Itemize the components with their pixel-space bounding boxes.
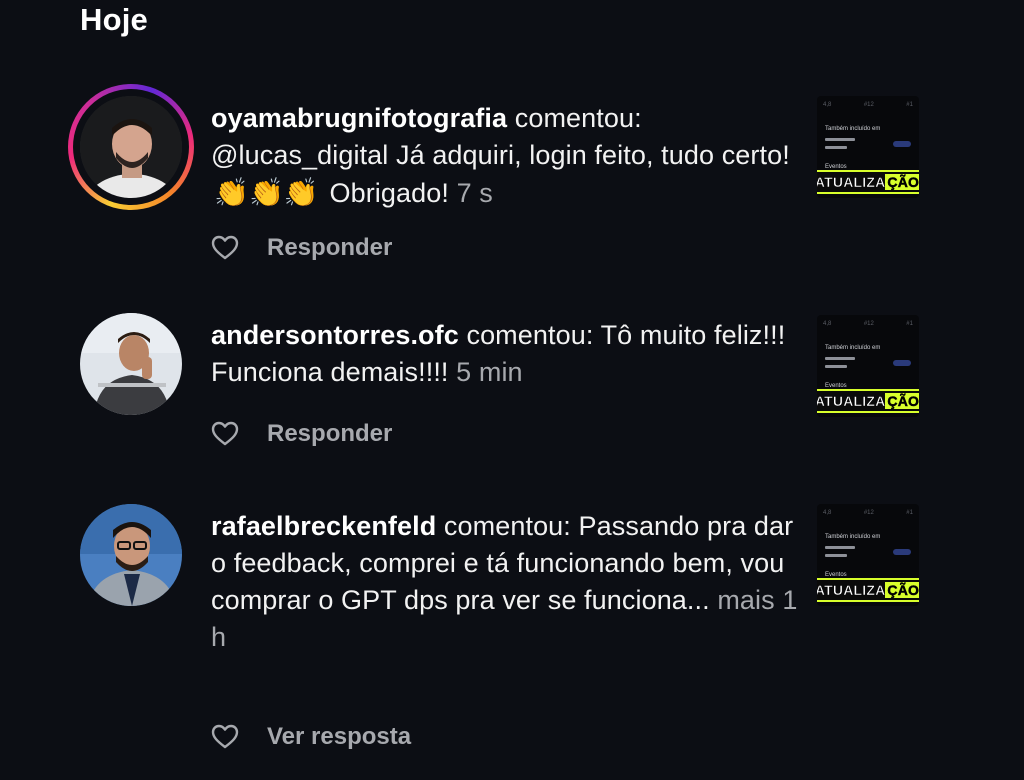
heart-outline-icon[interactable] <box>211 724 239 750</box>
avatar <box>80 504 182 606</box>
username[interactable]: oyamabrugnifotografia <box>211 103 507 133</box>
timestamp: 7 s <box>456 178 493 208</box>
avatar-wrapper[interactable] <box>80 504 182 606</box>
reply-button[interactable]: Responder <box>267 420 392 448</box>
thumbnail-badge: ATUALIZA ÇÃO <box>817 389 919 413</box>
action-text: comentou: <box>466 320 594 350</box>
thumbnail-badge: ATUALIZA ÇÃO <box>817 170 919 194</box>
action-row: Responder <box>211 233 392 263</box>
action-text: comentou: <box>443 511 571 541</box>
heart-outline-icon[interactable] <box>211 421 239 447</box>
post-thumbnail[interactable]: 4,8 #12 #1 Também incluído em Eventos ATUA… <box>817 96 919 198</box>
username[interactable]: andersontorres.ofc <box>211 320 459 350</box>
post-thumbnail[interactable]: 4,8 #12 #1 Também incluído em Eventos ATUA… <box>817 504 919 606</box>
comment-text-end: Obrigado! <box>329 178 449 208</box>
post-thumbnail[interactable]: 4,8 #12 #1 Também incluído em Eventos ATUA… <box>817 315 919 417</box>
thumbnail-badge: ATUALIZA ÇÃO <box>817 578 919 602</box>
section-title: Hoje <box>80 2 148 37</box>
action-row: Responder <box>211 419 392 449</box>
notification-text: oyamabrugnifotografia comentou: @lucas_d… <box>211 100 801 212</box>
avatar-with-story[interactable] <box>68 84 194 210</box>
comment-text: @lucas_digital Já adquiri, login feito, … <box>211 140 790 170</box>
reply-button[interactable]: Responder <box>267 234 392 262</box>
action-text: comentou: <box>514 103 642 133</box>
timestamp: 5 min <box>456 357 523 387</box>
action-row: Ver resposta <box>211 722 411 752</box>
notification-text: andersontorres.ofc comentou: Tô muito fe… <box>211 317 801 391</box>
clapping-hands-emoji: 👏👏👏 <box>214 176 319 209</box>
notification-text: rafaelbreckenfeld comentou: Passando pra… <box>211 508 801 656</box>
avatar-wrapper[interactable] <box>80 313 182 415</box>
avatar <box>80 313 182 415</box>
more-link[interactable]: mais <box>717 585 774 615</box>
view-reply-button[interactable]: Ver resposta <box>267 723 411 751</box>
username[interactable]: rafaelbreckenfeld <box>211 511 436 541</box>
heart-outline-icon[interactable] <box>211 235 239 261</box>
avatar <box>80 96 182 198</box>
